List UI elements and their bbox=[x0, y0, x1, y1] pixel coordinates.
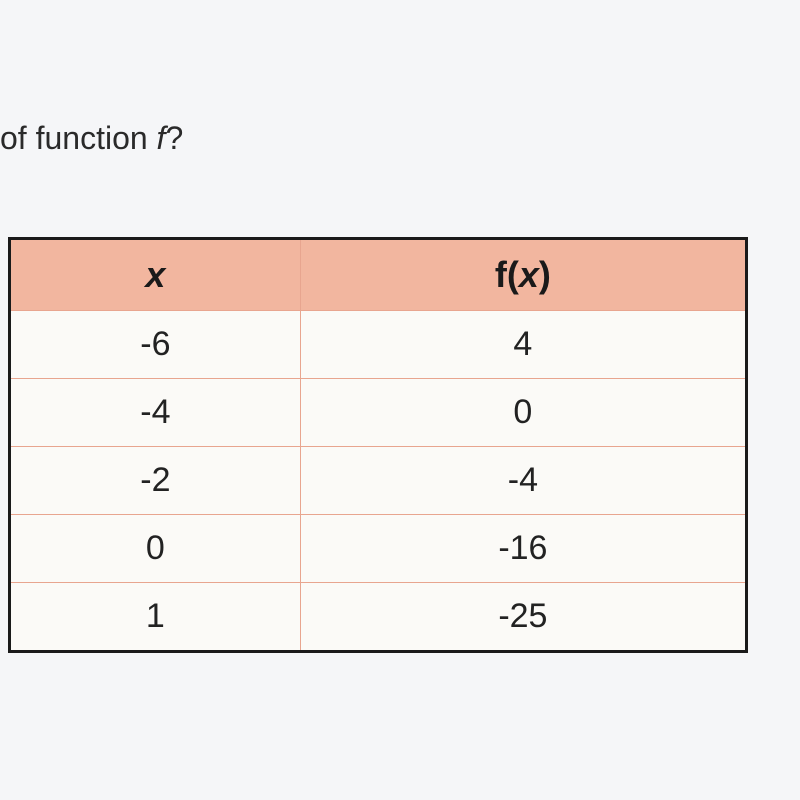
header-x-label: x bbox=[145, 254, 165, 295]
table-row: 1 -25 bbox=[10, 583, 747, 652]
function-table: x f(x) -6 4 -4 0 -2 -4 bbox=[8, 237, 748, 653]
table-header-row: x f(x) bbox=[10, 239, 747, 311]
question-fragment: of function bbox=[0, 120, 157, 156]
table-row: -4 0 bbox=[10, 379, 747, 447]
header-fx-var: x bbox=[519, 254, 539, 295]
function-table-wrap: x f(x) -6 4 -4 0 -2 -4 bbox=[0, 237, 800, 653]
cell-x: -6 bbox=[10, 311, 301, 379]
header-fx-prefix: f( bbox=[495, 254, 519, 295]
header-x: x bbox=[10, 239, 301, 311]
table-row: -6 4 bbox=[10, 311, 747, 379]
header-fx: f(x) bbox=[300, 239, 746, 311]
table-row: 0 -16 bbox=[10, 515, 747, 583]
cell-x: 1 bbox=[10, 583, 301, 652]
table-row: -2 -4 bbox=[10, 447, 747, 515]
cell-fx: -4 bbox=[300, 447, 746, 515]
header-fx-suffix: ) bbox=[539, 254, 551, 295]
cell-fx: -25 bbox=[300, 583, 746, 652]
question-text: of function f? bbox=[0, 0, 800, 157]
cell-fx: 0 bbox=[300, 379, 746, 447]
cell-x: -2 bbox=[10, 447, 301, 515]
question-trailing: ? bbox=[165, 120, 183, 156]
cell-x: -4 bbox=[10, 379, 301, 447]
cell-fx: 4 bbox=[300, 311, 746, 379]
cell-fx: -16 bbox=[300, 515, 746, 583]
cell-x: 0 bbox=[10, 515, 301, 583]
